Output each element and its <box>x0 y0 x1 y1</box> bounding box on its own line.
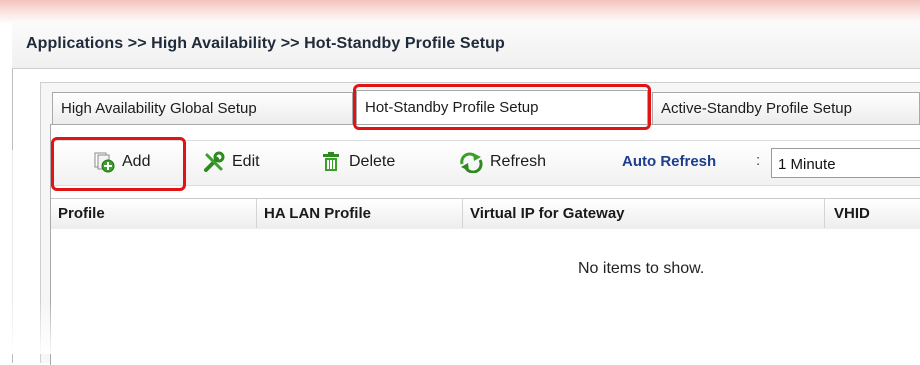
tab-hot-standby-profile-setup[interactable]: Hot-Standby Profile Setup <box>356 90 648 124</box>
auto-refresh-select[interactable]: 1 Minute <box>771 148 920 178</box>
column-divider[interactable] <box>824 199 825 228</box>
edit-button[interactable]: Edit <box>203 150 260 174</box>
add-document-icon <box>93 151 115 173</box>
column-header-vhid[interactable]: VHID <box>834 205 870 222</box>
delete-button[interactable]: Delete <box>320 150 395 174</box>
column-header-ha-lan-profile[interactable]: HA LAN Profile <box>264 205 371 222</box>
breadcrumb: Applications >> High Availability >> Hot… <box>26 35 505 52</box>
column-header-virtual-ip[interactable]: Virtual IP for Gateway <box>470 205 625 222</box>
refresh-button[interactable]: Refresh <box>459 150 546 174</box>
column-divider[interactable] <box>256 199 257 228</box>
refresh-button-label: Refresh <box>490 153 547 170</box>
edit-tools-icon <box>203 151 225 173</box>
grid-body <box>51 229 920 359</box>
tab-label: Active-Standby Profile Setup <box>661 100 852 117</box>
add-button[interactable]: Add <box>93 150 150 174</box>
refresh-arrows-icon <box>459 151 483 173</box>
column-divider[interactable] <box>462 199 463 228</box>
auto-refresh-label: Auto Refresh <box>622 153 717 170</box>
edit-button-label: Edit <box>232 153 260 170</box>
delete-button-label: Delete <box>349 153 396 170</box>
tab-ha-global-setup[interactable]: High Availability Global Setup <box>52 92 353 124</box>
tab-label: High Availability Global Setup <box>61 100 257 117</box>
tab-label: Hot-Standby Profile Setup <box>365 99 539 116</box>
tab-active-standby-profile-setup[interactable]: Active-Standby Profile Setup <box>652 92 920 124</box>
add-button-label: Add <box>122 153 151 170</box>
trash-icon <box>320 151 342 173</box>
top-glow-decoration <box>0 0 920 24</box>
empty-grid-message: No items to show. <box>578 260 705 277</box>
column-header-profile[interactable]: Profile <box>58 205 105 222</box>
auto-refresh-value: 1 Minute <box>778 156 836 173</box>
auto-refresh-colon: : <box>756 152 761 169</box>
